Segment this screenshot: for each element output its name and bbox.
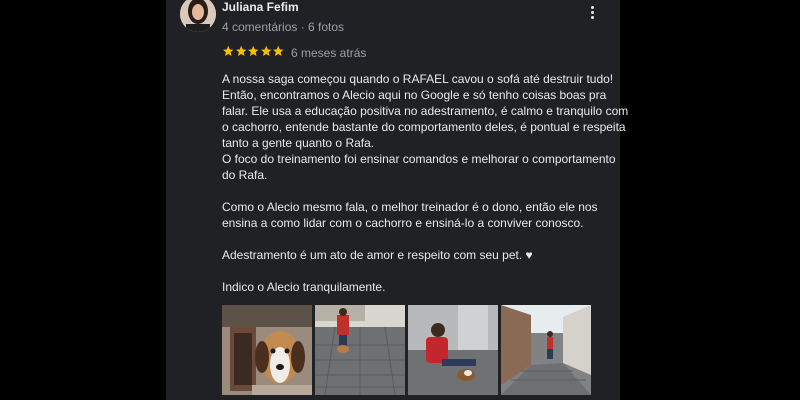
review-paragraph: Indico o Alecio tranquilamente. <box>222 280 386 294</box>
reviewer-name[interactable]: Juliana Fefim <box>222 0 299 14</box>
more-options-button[interactable] <box>584 2 600 22</box>
photo-strip <box>222 305 591 395</box>
beagle-photo <box>222 305 312 395</box>
review-photo-3[interactable] <box>408 305 498 395</box>
alley-photo <box>501 305 591 395</box>
star-icon <box>223 45 234 56</box>
review-paragraph: Como o Alecio mesmo fala, o melhor trein… <box>222 200 598 230</box>
review-paragraph: A nossa saga começou quando o RAFAEL cav… <box>222 72 629 150</box>
review-text: A nossa saga começou quando o RAFAEL cav… <box>222 71 632 295</box>
review-paragraph: Adestramento é um ato de amor e respeito… <box>222 248 533 262</box>
review-photo-1[interactable] <box>222 305 312 395</box>
street-walk-photo <box>315 305 405 395</box>
star-icon <box>273 45 284 56</box>
review-photo-4[interactable] <box>501 305 591 395</box>
more-options-icon <box>590 5 594 9</box>
star-icon <box>260 45 271 56</box>
star-icon <box>235 45 246 56</box>
review-photo-2[interactable] <box>315 305 405 395</box>
training-photo <box>408 305 498 395</box>
review-paragraph: O foco do treinamento foi ensinar comand… <box>222 152 616 182</box>
star-rating <box>222 44 285 60</box>
star-icon <box>248 45 259 56</box>
review-time: 6 meses atrás <box>291 46 367 60</box>
reviewer-meta: 4 comentários · 6 fotos <box>222 20 345 34</box>
